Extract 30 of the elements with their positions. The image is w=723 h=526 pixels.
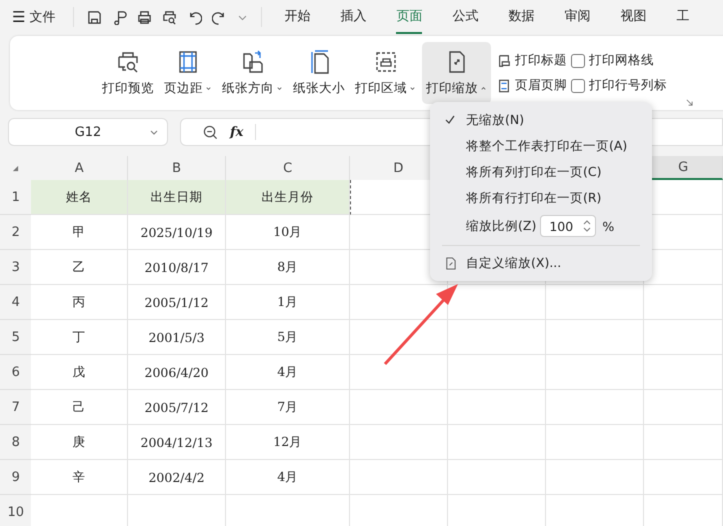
table-cell: 庚	[31, 425, 128, 460]
header-cell: 姓名	[31, 180, 128, 215]
table-cell: 辛	[31, 460, 128, 495]
table-cell: 2004/12/13	[128, 425, 226, 460]
table-cell: 12月	[226, 425, 350, 460]
table-cell: 2006/4/20	[128, 355, 226, 390]
table-cell: 戊	[31, 355, 128, 390]
table-cell: 甲	[31, 215, 128, 250]
table-cell: 己	[31, 390, 128, 425]
function-label: fx	[230, 124, 244, 140]
percent-label: %	[602, 218, 614, 234]
table-cell: 乙	[31, 250, 128, 285]
table-cell: 2001/5/3	[128, 320, 226, 355]
table-cell: 8月	[226, 250, 350, 285]
table-cell: 2005/7/12	[128, 390, 226, 425]
header-cell: 出生日期	[128, 180, 226, 215]
scale-label: 缩放比例(Z)	[466, 218, 536, 234]
header-cell: 出生月份	[226, 180, 350, 215]
table-cell: 1月	[226, 285, 350, 320]
table-cell: 10月	[226, 215, 350, 250]
table-cell: 丁	[31, 320, 128, 355]
table-cell: 4月	[226, 355, 350, 390]
table-cell: 2005/1/12	[128, 285, 226, 320]
table-cell: 5月	[226, 320, 350, 355]
table-cell: 2010/8/17	[128, 250, 226, 285]
table-cell: 7月	[226, 390, 350, 425]
table-cell: 4月	[226, 460, 350, 495]
table-cell: 2025/10/19	[128, 215, 226, 250]
table-cell: 2002/4/2	[128, 460, 226, 495]
table-cell: 丙	[31, 285, 128, 320]
